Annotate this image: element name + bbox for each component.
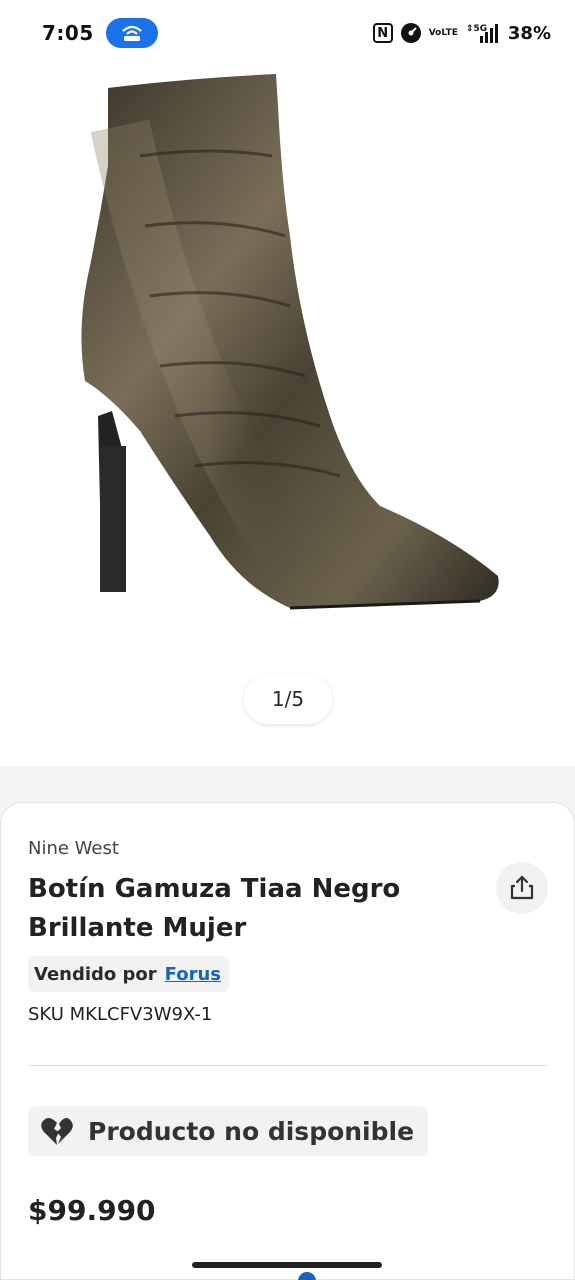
availability-text: Producto no disponible (88, 1116, 415, 1146)
volte-top: Vo (428, 27, 442, 38)
nfc-icon: N (372, 23, 393, 43)
hotspot-icon (105, 18, 158, 48)
signal-icon: ⇕5G (466, 22, 500, 44)
share-icon (510, 875, 534, 900)
status-time: 7:05 (42, 21, 94, 45)
product-image-gallery[interactable] (0, 66, 575, 766)
data-saver-icon (400, 23, 421, 43)
product-price: $99.990 (28, 1194, 156, 1227)
broken-heart-icon (41, 1118, 73, 1145)
status-icons: N Vo LTE ⇕5G 38% (372, 22, 551, 44)
seller-badge: Vendido por Forus (28, 956, 230, 992)
battery-level: 38% (507, 22, 551, 44)
image-counter: 1/5 (244, 674, 332, 724)
volte-icon: Vo LTE (428, 27, 458, 38)
home-indicator[interactable] (192, 1262, 382, 1268)
section-divider (28, 1065, 548, 1066)
seller-prefix: Vendido por (34, 963, 157, 985)
product-sku: SKU MKLCFV3W9X-1 (28, 1004, 213, 1025)
volte-bottom: LTE (441, 27, 458, 38)
availability-badge: Producto no disponible (28, 1106, 429, 1156)
product-title: Botín Gamuza Tiaa Negro Brillante Mujer (28, 874, 401, 943)
share-button[interactable] (496, 862, 548, 914)
status-bar: 7:05 N Vo LTE ⇕5G 38% (0, 0, 575, 66)
boot-image (81, 74, 499, 610)
svg-text:⇕5G: ⇕5G (466, 24, 487, 34)
product-brand[interactable]: Nine West (28, 838, 119, 859)
seller-link[interactable]: Forus (165, 964, 221, 985)
